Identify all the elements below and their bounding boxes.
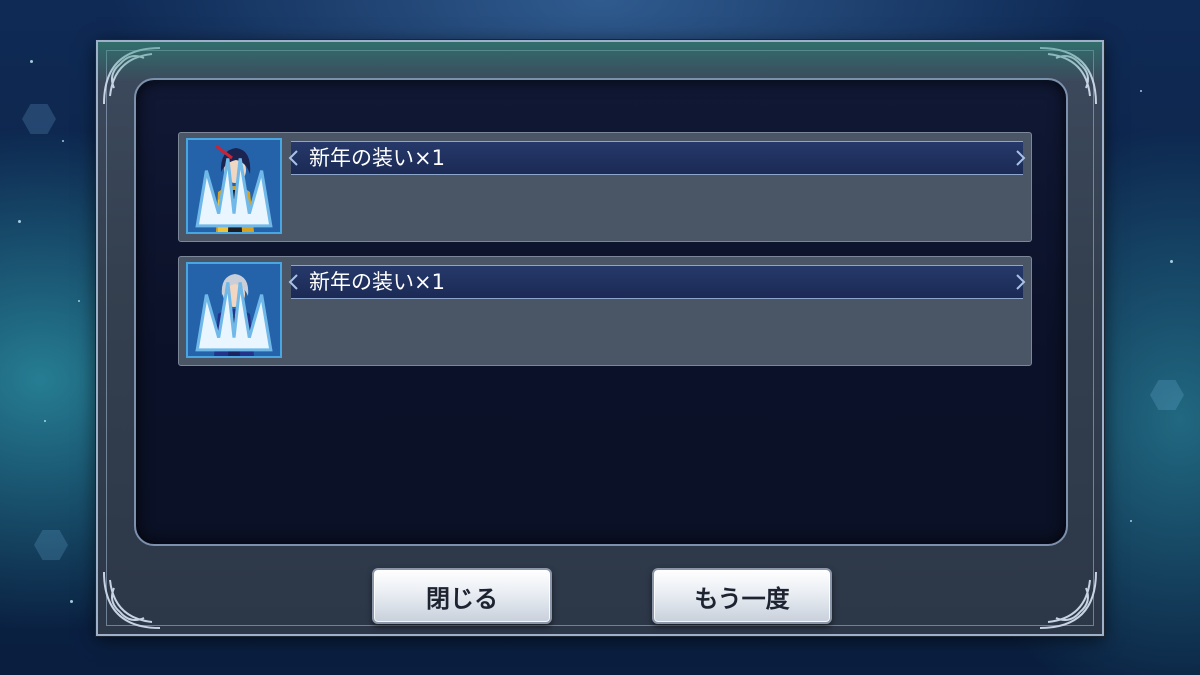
reward-dialog: 新年の装い×1 新年の装い×1 閉じる もう一度 [96,40,1104,636]
sparkle [1140,90,1142,92]
sparkle [1170,260,1173,263]
character-portrait-silver-haired [186,262,282,358]
sparkle [62,140,64,142]
rarity-badge-icon [195,282,273,352]
reward-list[interactable]: 新年の装い×1 新年の装い×1 [134,78,1068,546]
corner-ornament [100,562,170,632]
reward-label-bar: 新年の装い×1 [288,141,1026,175]
chevron-right-icon [1016,274,1026,290]
draw-again-button[interactable]: もう一度 [652,568,832,624]
sparkle [1130,520,1132,522]
corner-ornament [1030,562,1100,632]
hexagon-decoration [1150,380,1184,410]
sparkle [78,300,80,302]
hexagon-decoration [22,104,56,134]
reward-row[interactable]: 新年の装い×1 [178,256,1032,366]
rarity-badge-icon [195,158,273,228]
hexagon-decoration [34,530,68,560]
sparkle [18,220,21,223]
sparkle [70,600,73,603]
reward-label: 新年の装い×1 [309,146,445,170]
reward-label-bar: 新年の装い×1 [288,265,1026,299]
sparkle [30,60,33,63]
chevron-left-icon [288,274,298,290]
character-portrait-black-haired [186,138,282,234]
close-button[interactable]: 閉じる [372,568,552,624]
reward-row[interactable]: 新年の装い×1 [178,132,1032,242]
chevron-right-icon [1016,150,1026,166]
chevron-left-icon [288,150,298,166]
reward-label: 新年の装い×1 [309,270,445,294]
sparkle [44,420,46,422]
